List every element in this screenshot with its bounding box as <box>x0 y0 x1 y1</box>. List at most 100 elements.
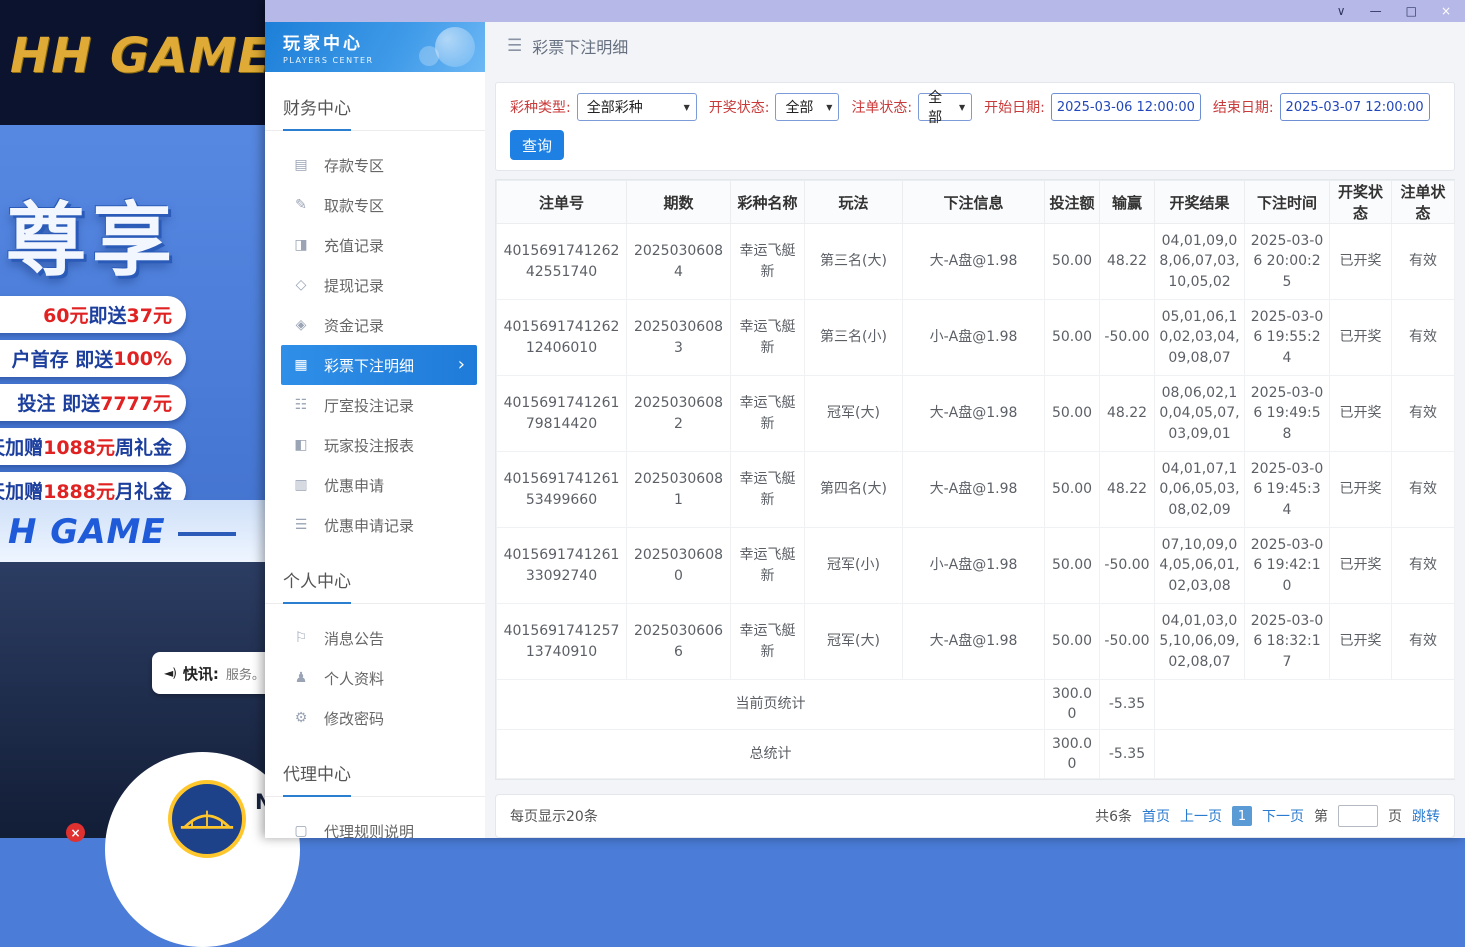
sidebar-item-label: 消息公告 <box>324 628 384 649</box>
close-badge-icon[interactable]: × <box>66 823 85 842</box>
table-cell: 大-A盘@1.98 <box>903 604 1045 680</box>
page-jump-input[interactable] <box>1338 805 1378 827</box>
table-cell: 2025-03-06 20:00:25 <box>1245 224 1330 300</box>
table-header-row: 注单号期数彩种名称玩法下注信息投注额输赢开奖结果下注时间开奖状态注单状态 <box>497 181 1455 224</box>
table-cell: 已开奖 <box>1330 528 1392 604</box>
sidebar-item-change-password[interactable]: ⚙修改密码 <box>265 698 485 738</box>
table-cell: -50.00 <box>1100 604 1155 680</box>
table-cell: 20250306083 <box>627 300 731 376</box>
summary-row: 总统计300.00-5.35 <box>497 729 1455 779</box>
page-size-text: 每页显示20条 <box>510 806 598 826</box>
window-maximize-icon[interactable]: □ <box>1406 5 1417 17</box>
column-header: 下注时间 <box>1245 181 1330 224</box>
table-cell: 50.00 <box>1045 604 1100 680</box>
first-page-link[interactable]: 首页 <box>1142 806 1170 826</box>
summary-winloss-total: -5.35 <box>1100 680 1155 730</box>
sidebar-item-deposit-zone[interactable]: ▤ 存款专区 <box>265 145 485 185</box>
table-cell: 04,01,03,05,10,06,09,02,08,07 <box>1155 604 1245 680</box>
news-ticker-label: 快讯: <box>183 663 219 684</box>
table-cell: 已开奖 <box>1330 376 1392 452</box>
page-header: ☰ 彩票下注明细 <box>495 22 1455 70</box>
table-cell: 幸运飞艇新 <box>731 604 805 680</box>
table-cell: 04,01,07,10,06,05,03,08,02,09 <box>1155 452 1245 528</box>
table-cell: -50.00 <box>1100 300 1155 376</box>
jump-prefix: 第 <box>1314 806 1328 826</box>
sidebar-item-player-bet-report[interactable]: ◧玩家投注报表 <box>265 425 485 465</box>
sidebar-item-lottery-bet-details[interactable]: ▦彩票下注明细› <box>281 345 477 385</box>
column-header: 输赢 <box>1100 181 1155 224</box>
team-logo-icon <box>168 780 246 858</box>
sidebar-item-hall-bet-records[interactable]: ☷厅室投注记录 <box>265 385 485 425</box>
prev-page-link[interactable]: 上一页 <box>1180 806 1222 826</box>
table-cell: 大-A盘@1.98 <box>903 452 1045 528</box>
deposit-icon: ▤ <box>293 157 309 173</box>
chevron-right-icon: › <box>458 356 465 374</box>
draw-status-label: 开奖状态: <box>709 97 770 117</box>
bet-status-select[interactable]: 全部 ▼ <box>918 93 972 121</box>
promo-headline: 尊享 <box>6 176 178 292</box>
banner-text: 37元 <box>127 301 172 328</box>
window-dropdown-icon[interactable]: ∨ <box>1337 5 1346 17</box>
column-header: 注单状态 <box>1392 181 1455 224</box>
jump-button[interactable]: 跳转 <box>1412 806 1440 826</box>
table-cell: 幸运飞艇新 <box>731 528 805 604</box>
table-cell: 48.22 <box>1100 376 1155 452</box>
table-cell: 20250306080 <box>627 528 731 604</box>
sidebar-item-label: 存款专区 <box>324 155 384 176</box>
summary-label: 总统计 <box>497 729 1045 779</box>
table-cell: 50.00 <box>1045 452 1100 528</box>
table-cell: 50.00 <box>1045 224 1100 300</box>
banner-text: 户首存 即送 <box>12 345 114 372</box>
sidebar-item-withdraw-zone[interactable]: ✎取款专区 <box>265 185 485 225</box>
sidebar: 玩家中心 PLAYERS CENTER 财务中心▤存款专区✎取款专区◨充值记录◇… <box>265 22 485 838</box>
table-cell: 冠军(大) <box>805 376 903 452</box>
sidebar-item-label: 修改密码 <box>324 708 384 729</box>
window-close-icon[interactable]: × <box>1441 5 1451 17</box>
sidebar-item-promo-apply[interactable]: ▥优惠申请 <box>265 465 485 505</box>
lottery-type-select[interactable]: 全部彩种 ▼ <box>577 93 697 121</box>
summary-empty <box>1155 680 1455 730</box>
sidebar-item-agent-rules[interactable]: ▢代理规则说明 <box>265 811 485 838</box>
sidebar-item-recharge-records[interactable]: ◨充值记录 <box>265 225 485 265</box>
sidebar-item-promo-apply-records[interactable]: ☰优惠申请记录 <box>265 505 485 545</box>
sidebar-item-fund-records[interactable]: ◈资金记录 <box>265 305 485 345</box>
search-button[interactable]: 查询 <box>510 130 564 160</box>
lottery-type-value: 全部彩种 <box>587 97 643 117</box>
banner-text: 周礼金 <box>115 433 172 460</box>
next-page-link[interactable]: 下一页 <box>1262 806 1304 826</box>
table-row: 40156917412617981442020250306082幸运飞艇新冠军(… <box>497 376 1455 452</box>
menu-icon[interactable]: ☰ <box>507 36 522 56</box>
promo-banner: 天加赠1088元周礼金 <box>0 428 186 465</box>
summary-empty <box>1155 729 1455 779</box>
summary-winloss-total: -5.35 <box>1100 729 1155 779</box>
current-page[interactable]: 1 <box>1232 806 1252 826</box>
table-cell: 有效 <box>1392 224 1455 300</box>
recharge-icon: ◨ <box>293 237 309 253</box>
banner-text: 1088元 <box>43 433 115 460</box>
sidebar-section-title-text: 财务中心 <box>283 94 351 131</box>
sidebar-item-withdrawal-records[interactable]: ◇提现记录 <box>265 265 485 305</box>
draw-status-select[interactable]: 全部 ▼ <box>775 93 839 121</box>
end-date-input[interactable] <box>1280 93 1430 121</box>
players-center-window: ∨ — □ × 玩家中心 PLAYERS CENTER 财务中心▤存款专区✎取款… <box>265 0 1465 838</box>
window-titlebar: ∨ — □ × <box>265 0 1465 22</box>
funds-icon: ◈ <box>293 317 309 333</box>
sidebar-section-title: 代理中心 <box>265 760 485 797</box>
promo-banner: 户首存 即送100% <box>0 340 186 377</box>
start-date-label: 开始日期: <box>984 97 1045 117</box>
start-date-input[interactable] <box>1051 93 1201 121</box>
banner-text: 100% <box>113 348 172 370</box>
report-icon: ◧ <box>293 437 309 453</box>
sidebar-section-title: 个人中心 <box>265 567 485 604</box>
column-header: 彩种名称 <box>731 181 805 224</box>
doc-icon: ▢ <box>293 823 309 838</box>
sidebar-item-profile[interactable]: ♟个人资料 <box>265 658 485 698</box>
table-cell: 有效 <box>1392 604 1455 680</box>
sidebar-item-messages[interactable]: ⚐消息公告 <box>265 618 485 658</box>
window-minimize-icon[interactable]: — <box>1370 5 1382 17</box>
bets-table: 注单号期数彩种名称玩法下注信息投注额输赢开奖结果下注时间开奖状态注单状态 401… <box>496 180 1455 779</box>
table-cell: 2025-03-06 19:55:24 <box>1245 300 1330 376</box>
table-cell: 20250306066 <box>627 604 731 680</box>
draw-status-value: 全部 <box>785 97 813 117</box>
summary-row: 当前页统计300.00-5.35 <box>497 680 1455 730</box>
